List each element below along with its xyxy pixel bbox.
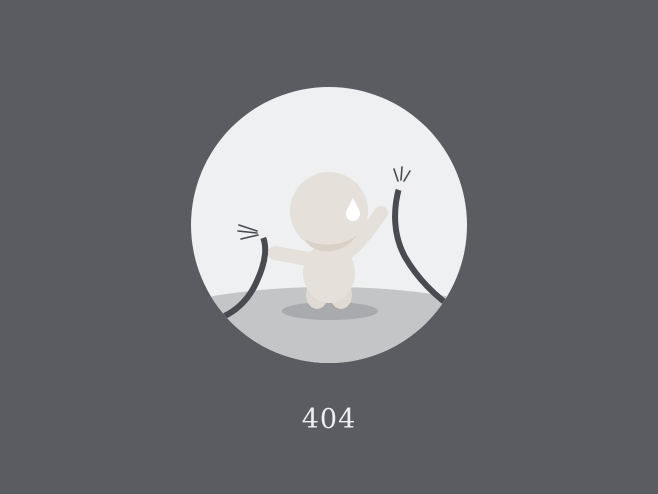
unplugged-cable-character-icon — [191, 87, 467, 363]
error-code: 404 — [301, 404, 357, 435]
error-page: 404 — [0, 0, 658, 494]
character-shadow — [282, 302, 378, 320]
